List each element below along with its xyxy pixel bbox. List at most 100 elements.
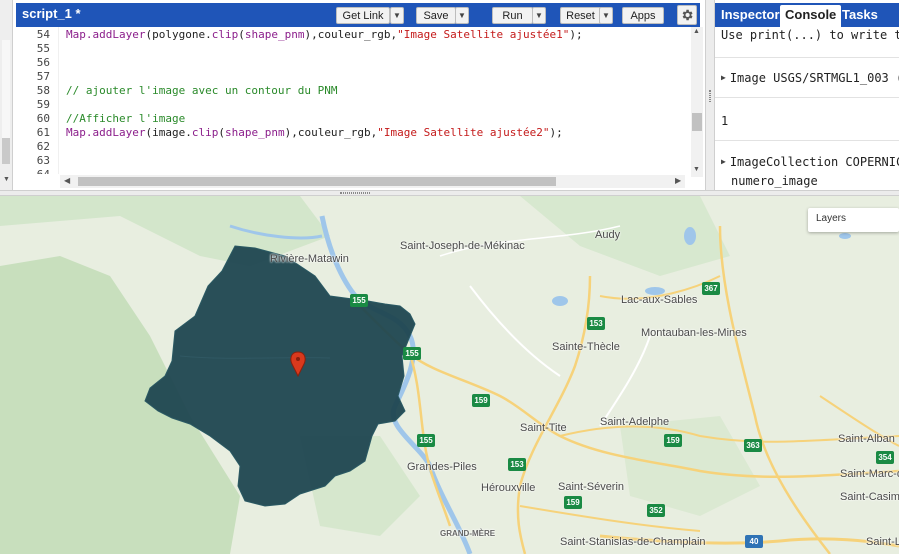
code-line[interactable]: 54 Map.addLayer(polygone.clip(shape_pnm),… (16, 28, 691, 42)
code-token: shape_pnm (224, 126, 285, 139)
vertical-panel-splitter[interactable] (705, 0, 715, 190)
chevron-down-icon: ▼ (602, 11, 610, 20)
scroll-down-icon[interactable]: ▼ (693, 166, 700, 173)
layers-button[interactable]: Layers (808, 208, 899, 232)
chevron-down-icon: ▼ (535, 11, 543, 20)
console-divider (715, 57, 899, 58)
run-button[interactable]: Run (492, 7, 533, 24)
place-label: Saint-Alban (838, 433, 895, 445)
lake (684, 227, 696, 245)
settings-button[interactable] (677, 5, 697, 25)
code-line[interactable]: 61 Map.addLayer(image.clip(shape_pnm),cou… (16, 126, 691, 140)
code-line[interactable]: 57 (16, 70, 691, 84)
save-button[interactable]: Save (416, 7, 456, 24)
reset-dropdown[interactable]: ▼ (599, 7, 613, 24)
code-line[interactable]: 64 (16, 168, 691, 174)
place-label: Montauban-les-Mines (641, 327, 747, 339)
code-horizontal-scroll-thumb[interactable] (78, 177, 556, 186)
scroll-down-icon[interactable]: ▼ (3, 176, 10, 183)
apps-button[interactable]: Apps (622, 7, 664, 24)
code-vertical-scrollbar[interactable]: ▲ ▼ (691, 27, 703, 177)
place-label: Saint-Stanislas-de-Champlain (560, 536, 706, 548)
line-number: 61 (36, 126, 50, 139)
code-line[interactable]: 55 (16, 42, 691, 56)
route-shield: 153 (587, 317, 605, 330)
script-tab-title[interactable]: script_1 * (22, 6, 81, 21)
chevron-down-icon: ▼ (458, 11, 466, 20)
line-number: 59 (36, 98, 50, 111)
left-panel-scrollbar[interactable]: ▼ (0, 0, 13, 190)
code-editor[interactable]: 54 Map.addLayer(polygone.clip(shape_pnm),… (16, 27, 691, 174)
left-scroll-thumb[interactable] (2, 138, 10, 164)
code-token: "Image Satellite ajustée2" (377, 126, 550, 139)
code-token: ( (218, 126, 225, 139)
line-number: 63 (36, 154, 50, 167)
place-label: Saint-Adelphe (600, 416, 670, 428)
code-token: ); (549, 126, 563, 139)
scroll-right-icon[interactable]: ▶ (675, 176, 681, 185)
line-number: 57 (36, 70, 50, 83)
code-text: Map.addLayer(image.clip(shape_pnm),coule… (66, 126, 563, 140)
place-label: Rivière-Matawin (270, 253, 349, 265)
console-output: Use print(...) to write to ▶ Image USGS/S… (715, 27, 899, 190)
get-link-button[interactable]: Get Link (336, 7, 390, 24)
splitter-grip-icon[interactable] (709, 90, 711, 102)
code-editor-region: ▼ script_1 * Get Link ▼ Save ▼ Run ▼ Res… (0, 0, 899, 190)
save-dropdown[interactable]: ▼ (455, 7, 469, 24)
get-link-dropdown[interactable]: ▼ (390, 7, 404, 24)
code-text: //Afficher l'image (66, 112, 185, 126)
console-entry-collection[interactable]: ▶ ImageCollection COPERNICU (721, 155, 899, 169)
console-divider (715, 97, 899, 98)
gear-icon (682, 9, 693, 21)
code-line[interactable]: 60 //Afficher l'image (16, 112, 691, 126)
code-token: clip (211, 28, 239, 41)
code-vertical-scroll-thumb[interactable] (692, 113, 702, 131)
code-token: ),couleur_rgb, (284, 126, 378, 139)
place-label: Saint-Tite (520, 422, 567, 434)
splitter-grip-icon[interactable] (340, 192, 370, 194)
line-number: 60 (36, 112, 50, 125)
run-dropdown[interactable]: ▼ (532, 7, 546, 24)
route-shield: 159 (472, 394, 490, 407)
scroll-up-icon[interactable]: ▲ (693, 28, 700, 35)
code-line[interactable]: 56 (16, 56, 691, 70)
tab-console[interactable]: Console (780, 5, 842, 27)
route-shield: 155 (350, 294, 368, 307)
code-token: // ajouter l'image avec un contour du PN… (66, 84, 338, 97)
tab-tasks[interactable]: Tasks (842, 7, 878, 22)
place-label: Sainte-Thècle (552, 341, 620, 353)
code-line[interactable]: 63 (16, 154, 691, 168)
route-shield: 155 (417, 434, 435, 447)
code-token: (image. (145, 126, 192, 139)
reset-button[interactable]: Reset (560, 7, 601, 24)
route-shield: 159 (564, 496, 582, 509)
console-entry-collection-text: ImageCollection COPERNICU (729, 155, 899, 169)
place-label: Lac-aux-Sables (621, 294, 698, 306)
code-line[interactable]: 62 (16, 140, 691, 154)
code-horizontal-scrollbar[interactable]: ◀ ▶ (60, 175, 685, 188)
place-label: Saint-Joseph-de-Mékinac (400, 240, 525, 252)
expand-triangle-icon[interactable]: ▶ (721, 73, 726, 82)
line-number: 58 (36, 84, 50, 97)
route-shield: 155 (403, 347, 421, 360)
console-entry-collection-sub: numero_image (731, 174, 818, 188)
lake (552, 296, 568, 306)
editor-toolbar: script_1 * Get Link ▼ Save ▼ Run ▼ Reset… (16, 3, 700, 27)
console-entry-image[interactable]: ▶ Image USGS/SRTMGL1_003 (1 (721, 71, 899, 85)
code-text: Map.addLayer(polygone.clip(shape_pnm),co… (66, 28, 583, 42)
line-number: 64 (16, 168, 50, 174)
code-token: clip (191, 126, 219, 139)
route-shield: 159 (664, 434, 682, 447)
code-line[interactable]: 59 (16, 98, 691, 112)
code-line[interactable]: 58 // ajouter l'image avec un contour du … (16, 84, 691, 98)
map-view[interactable]: Rivière-Matawin Saint-Joseph-de-Mékinac … (0, 196, 899, 554)
code-token: Map.addLayer (66, 126, 146, 139)
console-entry-value: 1 (721, 114, 729, 128)
route-shield: 40 (745, 535, 763, 548)
expand-triangle-icon[interactable]: ▶ (721, 157, 726, 166)
place-label: Saint-Casimir (840, 491, 899, 503)
line-number: 62 (36, 140, 50, 153)
tab-inspector[interactable]: Inspector (721, 7, 780, 22)
console-entry-image-text: Image USGS/SRTMGL1_003 (1 (729, 71, 899, 85)
scroll-left-icon[interactable]: ◀ (64, 176, 70, 185)
